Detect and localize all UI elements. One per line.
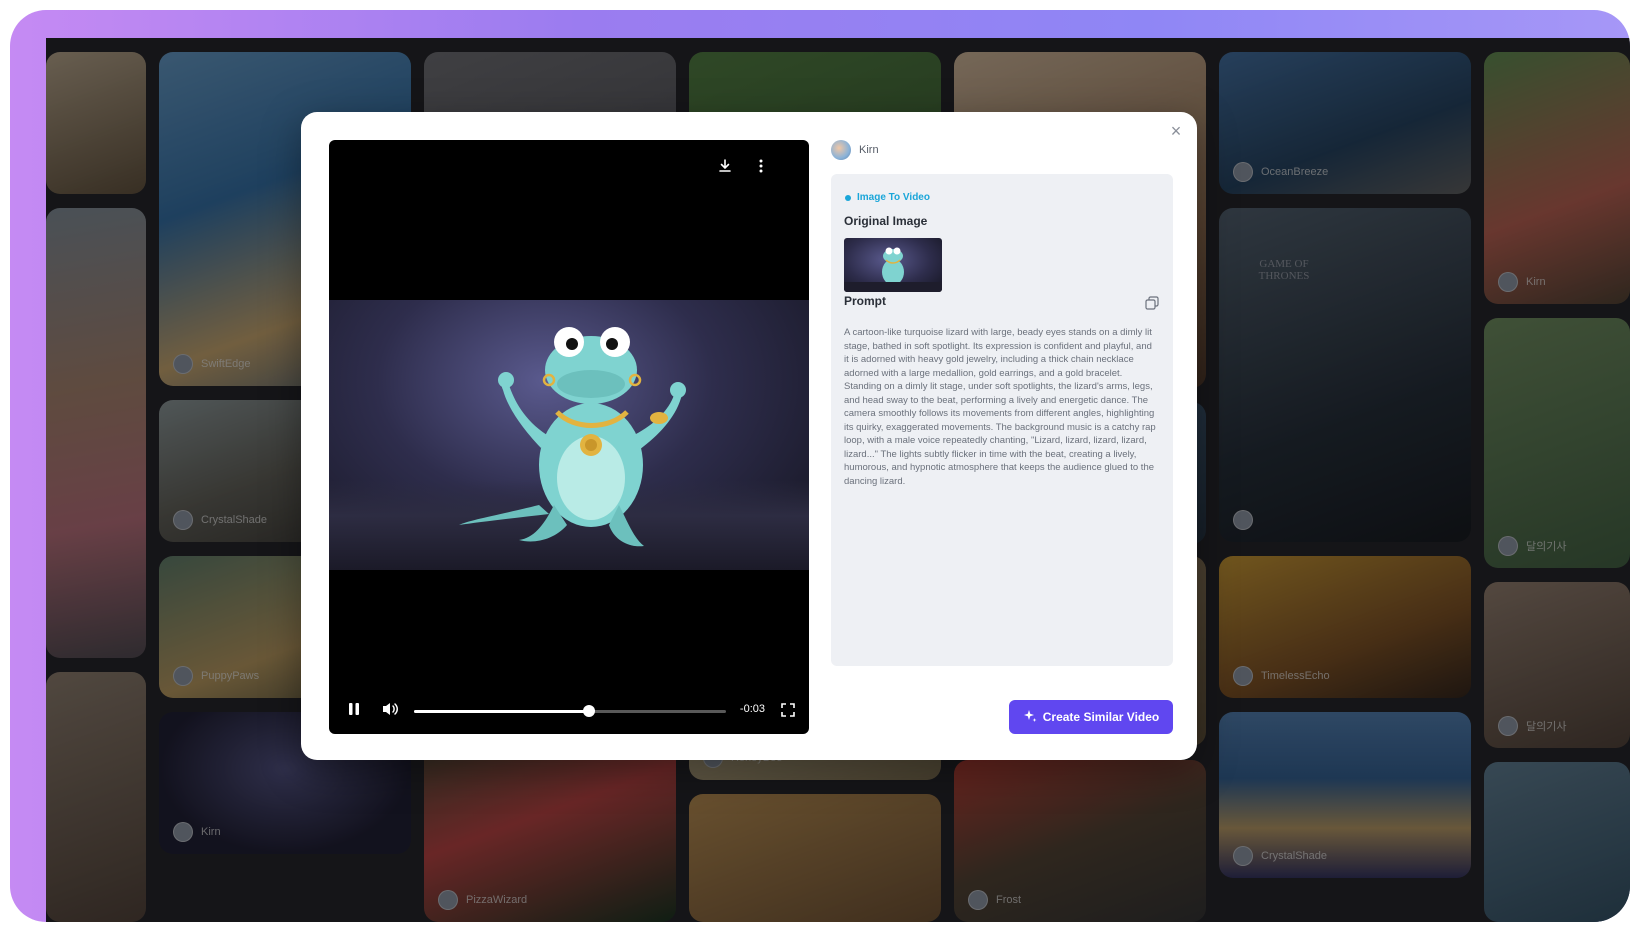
original-image-title: Original Image xyxy=(844,214,928,228)
volume-button[interactable] xyxy=(381,701,399,717)
author-name: Kirn xyxy=(859,144,879,156)
details-pane: Kirn Image To Video Original Image Promp… xyxy=(831,140,1173,666)
original-image-thumbnail[interactable] xyxy=(844,238,942,292)
type-badge: Image To Video xyxy=(845,192,930,203)
more-options-icon[interactable] xyxy=(753,158,769,179)
avatar xyxy=(831,140,851,160)
dancing-lizard-figure xyxy=(459,327,686,547)
player-controls: -0:03 xyxy=(329,688,809,734)
video-detail-modal: × -0:03 Kirn Image To Video Original Ima… xyxy=(301,112,1197,760)
time-remaining: -0:03 xyxy=(739,703,765,715)
author-row[interactable]: Kirn xyxy=(831,140,1173,160)
sparkle-icon xyxy=(1023,709,1037,726)
badge-dot xyxy=(845,194,851,201)
pause-button[interactable] xyxy=(347,702,361,716)
create-button-label: Create Similar Video xyxy=(1042,710,1160,724)
close-button[interactable]: × xyxy=(1165,120,1187,142)
fullscreen-icon[interactable] xyxy=(781,703,795,717)
download-icon[interactable] xyxy=(717,158,733,179)
create-similar-video-button[interactable]: Create Similar Video xyxy=(1009,700,1173,734)
video-player[interactable]: -0:03 xyxy=(329,140,809,734)
progress-bar[interactable] xyxy=(414,705,726,717)
video-frame xyxy=(329,300,809,570)
prompt-text: A cartoon-like turquoise lizard with lar… xyxy=(844,327,1156,487)
progress-handle[interactable] xyxy=(582,705,595,717)
prompt-title: Prompt xyxy=(844,294,886,308)
copy-icon[interactable] xyxy=(1145,296,1159,310)
badge-label: Image To Video xyxy=(857,192,930,203)
info-card: Image To Video Original Image Prompt A c… xyxy=(831,174,1173,666)
progress-fill xyxy=(414,710,589,713)
